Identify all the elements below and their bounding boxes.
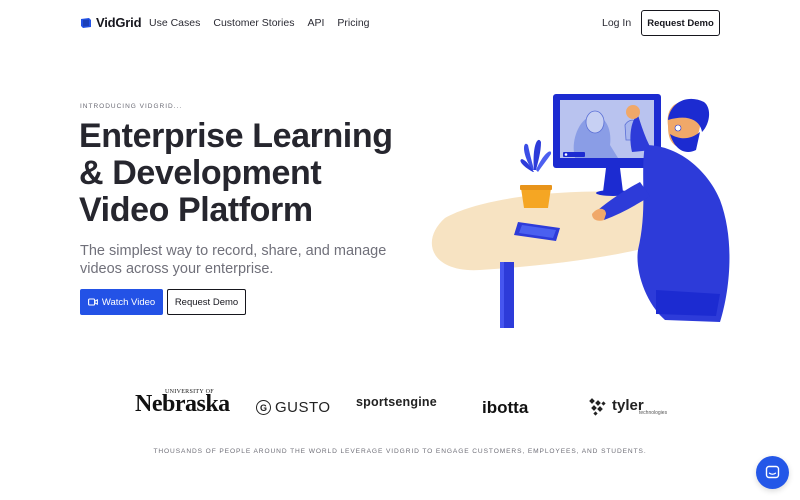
nav-link-customer-stories[interactable]: Customer Stories [213,17,294,29]
nav-request-demo-button[interactable]: Request Demo [641,10,720,36]
ibotta-logo: ibotta [482,398,528,418]
nebraska-logo: UNIVERSITY OF Nebraska [135,389,230,418]
video-camera-icon [87,298,98,306]
watch-video-label: Watch Video [101,296,156,308]
hero-title: Enterprise Learning & Development Video … [79,117,393,229]
nebraska-logo-text: Nebraska [135,391,230,417]
chat-bubble-icon [765,465,780,479]
top-nav: VidGrid Use Cases Customer Stories API P… [0,0,800,46]
nav-link-api[interactable]: API [307,17,324,29]
plant-illustration [520,139,552,208]
sportsengine-logo: sportsengine [356,395,437,409]
logo-text: VidGrid [96,15,142,30]
gusto-logo: G GUSTO [256,399,331,416]
watch-video-button[interactable]: Watch Video [80,289,163,315]
tyler-logo-subtext: technologies [639,409,668,416]
nav-link-pricing[interactable]: Pricing [337,17,369,29]
ibotta-logo-text: ibotta [482,398,529,417]
chat-launcher-button[interactable] [756,456,789,489]
nav-link-use-cases[interactable]: Use Cases [149,17,200,29]
tyler-mark-icon [589,398,606,416]
hero-eyebrow: INTRODUCING VIDGRID... [80,103,183,110]
nebraska-logo-small-text: UNIVERSITY OF [165,389,214,395]
vidgrid-logo-icon [81,17,91,28]
login-link[interactable]: Log In [602,17,631,29]
gusto-mark-icon: G [256,400,271,415]
sportsengine-logo-text: sportsengine [356,395,437,409]
tyler-logo-text-group: tyler technologies [612,398,668,416]
hero-illustration [431,94,730,328]
gusto-logo-text: GUSTO [275,399,331,416]
tyler-logo: tyler technologies [588,397,667,417]
customer-tagline: THOUSANDS OF PEOPLE AROUND THE WORLD LEV… [153,448,647,455]
nav-links: Use Cases Customer Stories API Pricing [149,17,370,29]
vidgrid-logo[interactable]: VidGrid [80,15,142,30]
hero-request-demo-button[interactable]: Request Demo [167,289,246,315]
hero-subtitle: The simplest way to record, share, and m… [80,243,387,277]
